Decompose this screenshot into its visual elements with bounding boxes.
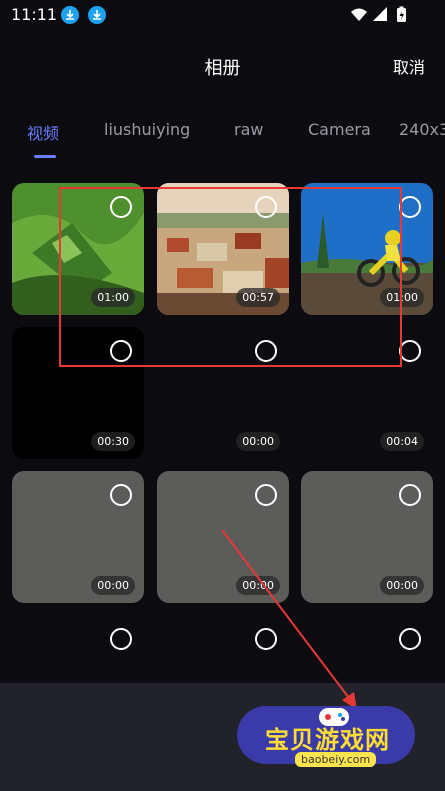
select-circle[interactable] <box>399 340 421 362</box>
select-circle[interactable] <box>110 196 132 218</box>
status-bar: 11:11 <box>0 0 445 30</box>
watermark-text: 宝贝游戏网 <box>265 726 390 754</box>
tab-liushuiying[interactable]: liushuiying <box>104 120 190 139</box>
select-circle[interactable] <box>255 628 277 650</box>
video-item[interactable] <box>301 615 433 683</box>
video-item[interactable]: 00:04 <box>301 327 433 459</box>
video-item[interactable] <box>157 615 289 683</box>
tab-videos[interactable]: 视频 <box>27 120 59 144</box>
select-circle[interactable] <box>399 196 421 218</box>
video-item[interactable]: 01:00 <box>12 183 144 315</box>
select-circle[interactable] <box>110 628 132 650</box>
video-item[interactable]: 00:00 <box>12 471 144 603</box>
folder-tabs: 视频 liushuiying raw Camera 240x3 <box>0 112 445 162</box>
video-duration: 01:00 <box>380 288 424 307</box>
page-title: 相册 <box>204 58 241 79</box>
video-duration: 00:00 <box>380 576 424 595</box>
select-circle[interactable] <box>399 484 421 506</box>
select-circle[interactable] <box>255 340 277 362</box>
video-duration: 00:00 <box>236 432 280 451</box>
video-item[interactable]: 00:00 <box>301 471 433 603</box>
header: 相册 取消 <box>0 40 445 90</box>
video-item[interactable]: 00:00 <box>157 327 289 459</box>
select-circle[interactable] <box>255 484 277 506</box>
status-time: 11:11 <box>11 5 58 24</box>
tab-240x3[interactable]: 240x3 <box>399 120 445 139</box>
tab-raw[interactable]: raw <box>234 120 263 139</box>
select-circle[interactable] <box>110 340 132 362</box>
video-item[interactable]: 00:00 <box>157 471 289 603</box>
video-item[interactable]: 00:57 <box>157 183 289 315</box>
video-duration: 00:30 <box>91 432 135 451</box>
video-duration: 00:04 <box>380 432 424 451</box>
video-duration: 00:00 <box>91 576 135 595</box>
select-circle[interactable] <box>255 196 277 218</box>
video-duration: 01:00 <box>91 288 135 307</box>
active-tab-indicator <box>34 155 56 158</box>
select-circle[interactable] <box>399 628 421 650</box>
download-notification-icon <box>61 6 79 24</box>
system-status-icons <box>351 6 406 22</box>
video-item[interactable]: 01:00 <box>301 183 433 315</box>
video-item[interactable]: 00:30 <box>12 327 144 459</box>
video-item[interactable] <box>12 615 144 683</box>
cancel-button[interactable]: 取消 <box>393 54 425 78</box>
video-duration: 00:00 <box>236 576 280 595</box>
tab-camera[interactable]: Camera <box>308 120 371 139</box>
select-circle[interactable] <box>110 484 132 506</box>
download-notification-icon <box>88 6 106 24</box>
watermark-url: baobeiy.com <box>295 752 377 767</box>
video-duration: 00:57 <box>236 288 280 307</box>
watermark-logo: 宝贝游戏网 baobeiy.com <box>237 702 417 784</box>
